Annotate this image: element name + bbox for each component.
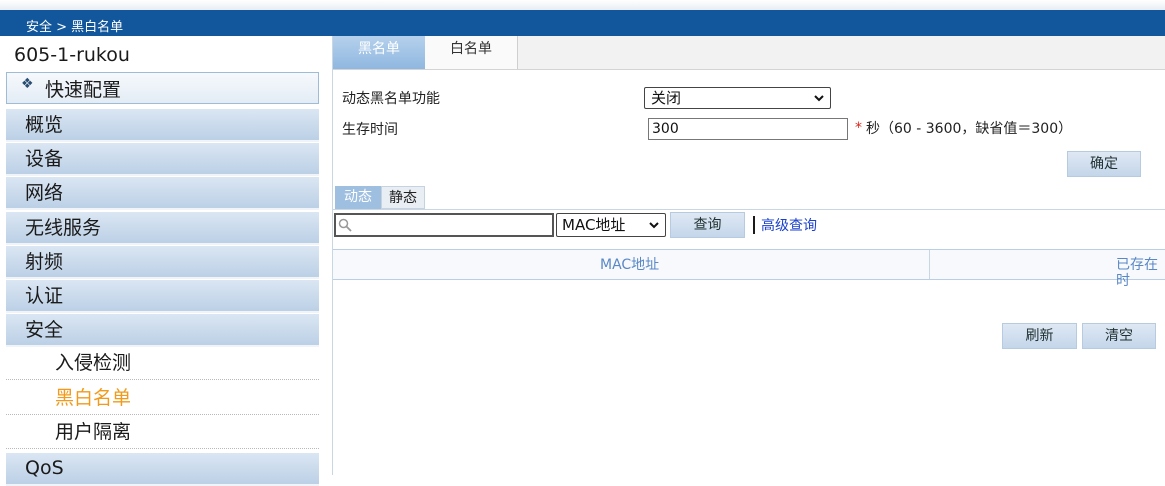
required-mark: * [855, 120, 862, 136]
sidebar-item-label: 无线服务 [25, 217, 102, 239]
table-header: MAC地址 已存在时 [333, 249, 1165, 289]
sidebar-item-label: 网络 [25, 182, 64, 204]
ttl-hint: 秒（60 - 3600，缺省值＝300） [866, 121, 1073, 137]
sidebar-item-label: 射频 [25, 251, 64, 273]
breadcrumb-bar: 安全 > 黑白名单 [0, 10, 1165, 36]
tab-whitelist[interactable]: 白名单 [425, 36, 518, 69]
quick-config-label: 快速配置 [45, 79, 122, 101]
query-button[interactable]: 查询 [670, 212, 745, 238]
dynamic-blacklist-select[interactable]: 关闭 [644, 87, 831, 109]
sidebar-item-auth[interactable]: 认证 [6, 280, 319, 313]
ttl-label: 生存时间 [342, 122, 398, 138]
sidebar-item-label: 安全 [25, 319, 64, 341]
main-panel: 黑名单 白名单 动态黑名单功能 关闭 生存时间 300 * 秒（60 - 360… [333, 36, 1165, 475]
advanced-query-link[interactable]: 高级查询 [761, 217, 817, 235]
clear-button[interactable]: 清空 [1082, 323, 1156, 349]
sidebar-item-radio[interactable]: 射频 [6, 246, 319, 279]
sidebar-item-label: 设备 [25, 148, 64, 170]
sidebar-subitem-ids[interactable]: 入侵检测 [6, 345, 319, 380]
sidebar-subitem-label: 入侵检测 [55, 352, 132, 374]
search-icon [338, 218, 352, 232]
sidebar-subitem-label: 用户隔离 [55, 421, 132, 443]
dynamic-blacklist-value: 关闭 [651, 89, 682, 107]
sidebar-item-security[interactable]: 安全 [6, 314, 319, 347]
search-input[interactable] [334, 213, 554, 237]
column-divider [929, 250, 930, 279]
quick-config-item[interactable]: ❖ 快速配置 [6, 72, 319, 104]
dynamic-blacklist-label: 动态黑名单功能 [342, 91, 440, 107]
device-name: 605-1-rukou [14, 44, 130, 66]
sidebar-item-network[interactable]: 网络 [6, 177, 319, 210]
tab-static[interactable]: 静态 [381, 186, 425, 209]
sidebar-subitem-blackwhite[interactable]: 黑白名单 [6, 380, 319, 415]
sidebar-item-label: QoS [25, 457, 64, 479]
refresh-button[interactable]: 刷新 [1002, 323, 1077, 349]
sidebar-item-label: 认证 [25, 285, 64, 307]
column-header-mac[interactable]: MAC地址 [600, 257, 659, 273]
sidebar-item-qos[interactable]: QoS [6, 453, 319, 486]
top-strip [0, 0, 1165, 10]
diamond-icon: ❖ [21, 76, 34, 92]
search-field-select[interactable]: MAC地址 [556, 213, 666, 237]
search-field-value: MAC地址 [562, 216, 626, 234]
chevron-down-icon [814, 95, 824, 102]
tab-strip: 黑名单 白名单 [333, 36, 1165, 70]
breadcrumb: 安全 > 黑白名单 [26, 20, 124, 35]
separator [753, 216, 755, 234]
tab-dynamic[interactable]: 动态 [335, 186, 381, 209]
sidebar-item-label: 概览 [25, 114, 64, 136]
sidebar-subitem-isolation[interactable]: 用户隔离 [6, 414, 319, 449]
sidebar-item-device[interactable]: 设备 [6, 143, 319, 176]
ttl-input[interactable]: 300 [648, 118, 848, 140]
sidebar: 605-1-rukou ❖ 快速配置 概览 设备 网络 无线服务 射频 认证 安… [0, 36, 333, 486]
sidebar-item-overview[interactable]: 概览 [6, 109, 319, 142]
confirm-button[interactable]: 确定 [1067, 151, 1141, 177]
subtab-strip: 动态 静态 [333, 184, 1165, 210]
tab-blacklist[interactable]: 黑名单 [333, 36, 425, 69]
column-header-duration[interactable]: 已存在时 [1116, 257, 1165, 289]
chevron-down-icon [649, 222, 659, 229]
sidebar-subitem-label: 黑白名单 [55, 387, 132, 409]
sidebar-item-wireless[interactable]: 无线服务 [6, 212, 319, 245]
ttl-value: 300 [652, 121, 679, 137]
